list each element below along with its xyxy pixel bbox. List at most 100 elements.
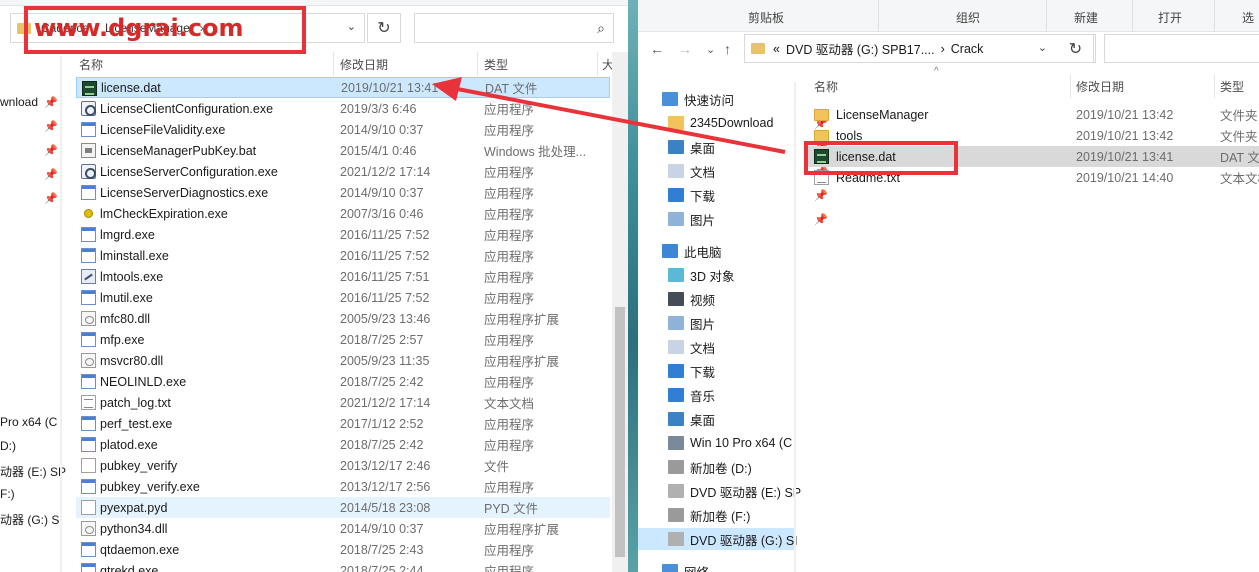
sidebar-item[interactable]: 下载 📌: [668, 184, 828, 206]
sidebar-item[interactable]: 图片: [668, 312, 715, 334]
sidebar-item[interactable]: 图片 📌: [668, 208, 828, 230]
column-header-date[interactable]: 修改日期: [1076, 74, 1212, 98]
pin-icon[interactable]: 📌: [814, 213, 828, 226]
search-input[interactable]: [1104, 34, 1259, 63]
column-header-name[interactable]: 名称: [79, 52, 329, 76]
table-row[interactable]: lmutil.exe 2016/11/25 7:52 应用程序: [76, 287, 610, 308]
sidebar-item-icon: [662, 92, 678, 106]
sidebar-item-icon: [668, 116, 684, 130]
nav-item-drive-f[interactable]: F:): [0, 487, 15, 501]
nav-item-drive-d[interactable]: D:): [0, 439, 16, 453]
column-header-type[interactable]: 类型: [484, 52, 594, 76]
breadcrumb-crack[interactable]: Crack: [951, 42, 984, 56]
table-row[interactable]: platod.exe 2018/7/25 2:42 应用程序: [76, 434, 610, 455]
header-divider[interactable]: [1214, 74, 1215, 98]
sidebar-item[interactable]: 此电脑: [662, 240, 722, 262]
sidebar-item[interactable]: 桌面: [668, 408, 715, 430]
table-row[interactable]: lminstall.exe 2016/11/25 7:52 应用程序: [76, 245, 610, 266]
left-explorer-window: Cadence › LicenseManager › ⌄ ↻ ⌕ www.dgr…: [0, 0, 628, 572]
sidebar-item[interactable]: DVD 驱动器 (E:) SP: [668, 480, 801, 502]
back-button[interactable]: ←: [650, 41, 664, 57]
pin-icon[interactable]: 📌: [814, 189, 828, 202]
table-row[interactable]: lmCheckExpiration.exe 2007/3/16 0:46 应用程序: [76, 203, 610, 224]
file-date: 2018/7/25 2:42: [340, 437, 424, 452]
column-header-date[interactable]: 修改日期: [340, 52, 476, 76]
file-name: lminstall.exe: [100, 248, 169, 263]
column-header-type[interactable]: 类型: [1220, 74, 1259, 98]
file-name: license.dat: [101, 80, 161, 95]
sidebar-item-label: 3D 对象: [690, 269, 735, 284]
table-row[interactable]: mfc80.dll 2005/9/23 13:46 应用程序扩展: [76, 308, 610, 329]
nav-item-drive-c[interactable]: Pro x64 (C: [0, 415, 57, 429]
sidebar-item[interactable]: 3D 对象: [668, 264, 734, 286]
nav-scrollbar[interactable]: [794, 82, 796, 572]
table-row[interactable]: perf_test.exe 2017/1/12 2:52 应用程序: [76, 413, 610, 434]
table-row[interactable]: qtdaemon.exe 2018/7/25 2:43 应用程序: [76, 539, 610, 560]
ribbon-divider: [1046, 0, 1047, 32]
sidebar-item[interactable]: 下载: [668, 360, 715, 382]
table-row[interactable]: LicenseServerConfiguration.exe 2021/12/2 …: [76, 161, 610, 182]
refresh-button[interactable]: ↻: [367, 13, 401, 43]
file-name: LicenseManagerPubKey.bat: [100, 143, 257, 158]
sidebar-item[interactable]: 快速访问: [662, 88, 734, 110]
table-row[interactable]: pubkey_verify.exe 2013/12/17 2:56 应用程序: [76, 476, 610, 497]
header-divider[interactable]: [477, 52, 478, 76]
table-row[interactable]: NEOLINLD.exe 2018/7/25 2:42 应用程序: [76, 371, 610, 392]
sidebar-item[interactable]: 音乐: [668, 384, 715, 406]
nav-item-drive-g[interactable]: 动器 (G:) SI: [0, 511, 63, 528]
breadcrumb-overflow[interactable]: «: [773, 42, 780, 56]
sidebar-item[interactable]: 文档📌: [668, 160, 828, 182]
table-row[interactable]: lmtools.exe 2016/11/25 7:51 应用程序: [76, 266, 610, 287]
right-address-bar[interactable]: « DVD 驱动器 (G:) SPB17.... › Crack ⌄: [744, 34, 1096, 63]
watermark: www.dgrai.com: [24, 6, 306, 54]
refresh-button[interactable]: ↻: [1058, 34, 1094, 63]
table-row[interactable]: qtrekd.exe 2018/7/25 2:44 应用程序: [76, 560, 610, 572]
search-input[interactable]: ⌕: [414, 13, 614, 43]
file-type: 应用程序: [484, 565, 535, 572]
sidebar-item-icon: [668, 388, 684, 402]
exe-file-icon: [81, 332, 96, 347]
chevron-down-icon[interactable]: ⌄: [347, 20, 356, 33]
breadcrumb-drive-g[interactable]: DVD 驱动器 (G:) SPB17....: [786, 39, 935, 58]
nav-item-drive-e[interactable]: 动器 (E:) SP: [0, 463, 66, 480]
table-row[interactable]: pyexpat.pyd 2014/5/18 23:08 PYD 文件: [76, 497, 610, 518]
header-divider[interactable]: [333, 52, 334, 76]
file-type: DAT 文件: [485, 82, 538, 96]
table-row[interactable]: LicenseManager 2019/10/21 13:42 文件夹: [808, 104, 1259, 125]
sidebar-item[interactable]: 桌面📌: [668, 136, 828, 158]
table-row[interactable]: lmgrd.exe 2016/11/25 7:52 应用程序: [76, 224, 610, 245]
nav-scrollbar[interactable]: [60, 56, 62, 572]
sidebar-item[interactable]: 文档: [668, 336, 715, 358]
table-row[interactable]: LicenseClientConfiguration.exe 2019/3/3 6…: [76, 98, 610, 119]
table-row[interactable]: mfp.exe 2018/7/25 2:57 应用程序: [76, 329, 610, 350]
sidebar-item[interactable]: 视频: [668, 288, 715, 310]
header-divider[interactable]: [597, 52, 598, 76]
scrollbar-thumb[interactable]: [615, 307, 625, 557]
up-button[interactable]: ↑: [724, 41, 731, 57]
file-type: 应用程序: [484, 271, 535, 285]
forward-button[interactable]: →: [678, 41, 692, 57]
table-row[interactable]: python34.dll 2014/9/10 0:37 应用程序扩展: [76, 518, 610, 539]
sidebar-item[interactable]: DVD 驱动器 (G:) SI: [638, 528, 798, 550]
header-divider[interactable]: [1070, 74, 1071, 98]
table-row[interactable]: pubkey_verify 2013/12/17 2:46 文件: [76, 455, 610, 476]
table-row[interactable]: msvcr80.dll 2005/9/23 11:35 应用程序扩展: [76, 350, 610, 371]
table-row[interactable]: patch_log.txt 2021/12/2 17:14 文本文档: [76, 392, 610, 413]
table-row[interactable]: LicenseManagerPubKey.bat 2015/4/1 0:46 Win…: [76, 140, 610, 161]
sidebar-item[interactable]: 2345Download 📌: [668, 112, 828, 134]
file-type: 应用程序: [484, 229, 535, 243]
nav-item[interactable]: wnload: [0, 95, 38, 109]
table-row[interactable]: LicenseServerDiagnostics.exe 2014/9/10 0:…: [76, 182, 610, 203]
recent-locations-button[interactable]: ⌄: [706, 43, 715, 56]
column-header-name[interactable]: 名称: [814, 74, 1064, 98]
sidebar-item[interactable]: 新加卷 (D:): [668, 456, 752, 478]
sidebar-item[interactable]: Win 10 Pro x64 (C: [668, 432, 792, 454]
file-date: 2013/12/17 2:56: [340, 479, 431, 494]
sidebar-item-icon: [668, 212, 684, 226]
sidebar-item[interactable]: 新加卷 (F:): [668, 504, 750, 526]
left-vertical-scrollbar[interactable]: [612, 52, 628, 572]
chevron-down-icon[interactable]: ⌄: [1038, 41, 1047, 54]
table-row[interactable]: license.dat 2019/10/21 13:41 DAT 文件: [76, 77, 610, 98]
table-row[interactable]: LicenseFileValidity.exe 2014/9/10 0:37 应用程…: [76, 119, 610, 140]
sidebar-item[interactable]: 网络: [662, 560, 709, 572]
